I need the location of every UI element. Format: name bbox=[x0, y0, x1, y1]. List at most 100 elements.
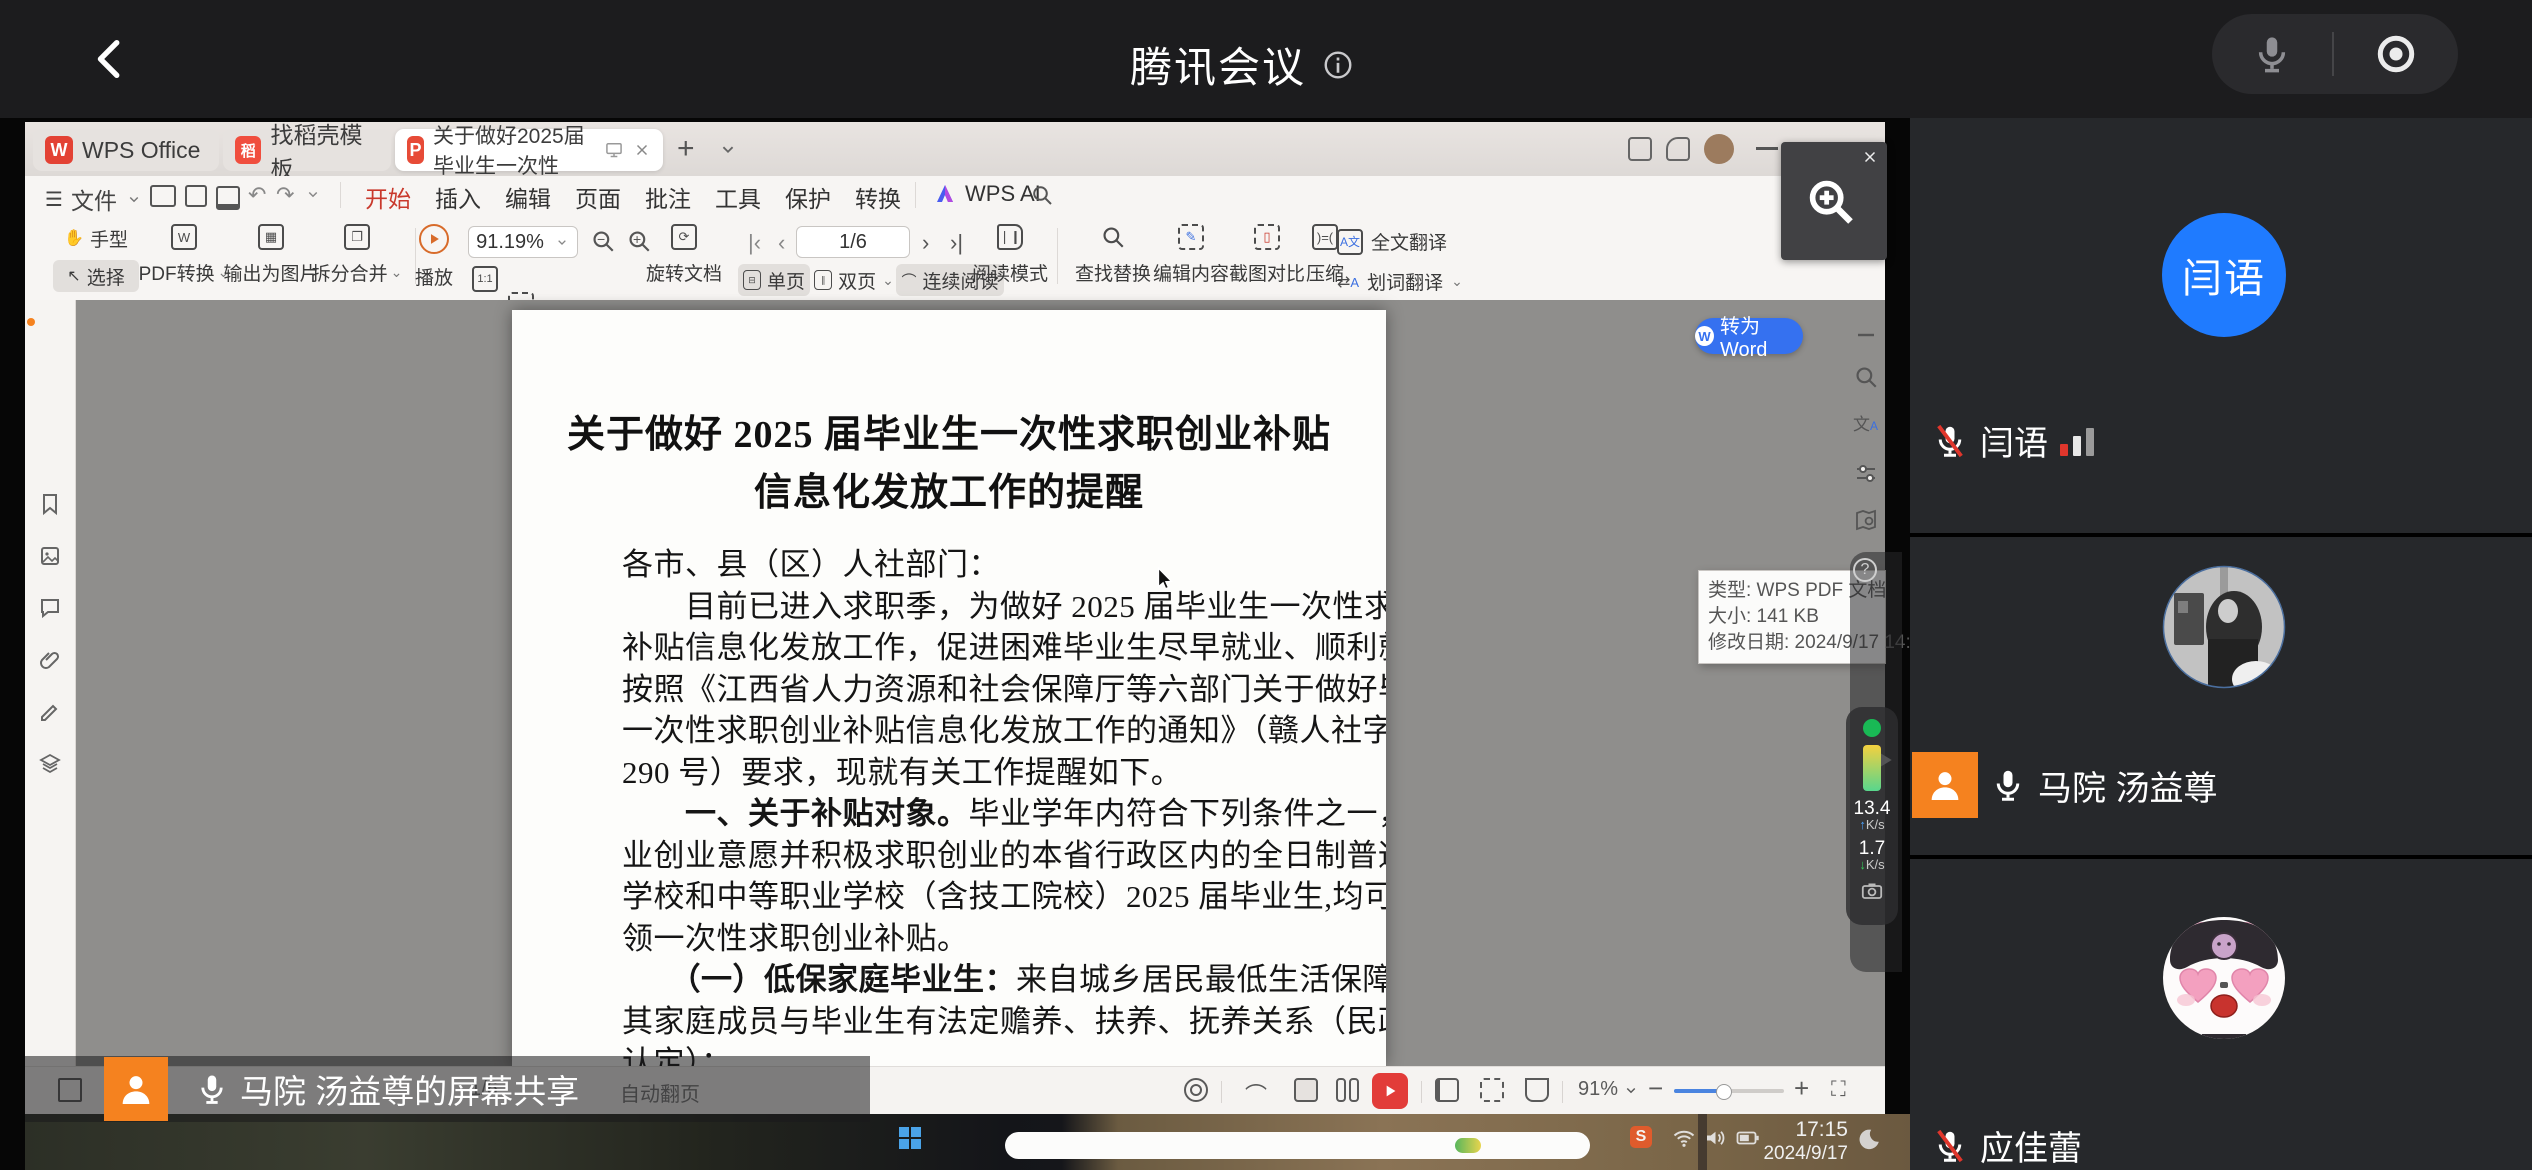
tab-docer[interactable]: 稻 找稻壳模板 bbox=[223, 129, 391, 171]
presenter-badge bbox=[1912, 752, 1978, 818]
double-page-button[interactable]: ∥ 双页⌄ bbox=[814, 264, 894, 296]
fit-width-icon[interactable] bbox=[1435, 1078, 1459, 1102]
thumbnail-icon[interactable] bbox=[38, 544, 62, 568]
open-icon[interactable] bbox=[150, 185, 176, 207]
participant-tile[interactable]: 马院 汤益尊 bbox=[1910, 537, 2532, 855]
tray-sogou-icon[interactable]: S bbox=[1630, 1126, 1652, 1148]
bookmark-icon[interactable] bbox=[38, 492, 62, 516]
select-tool-button[interactable]: ↖选择 bbox=[53, 260, 139, 292]
magnifier-overlay[interactable] bbox=[1781, 142, 1887, 260]
split-merge-button[interactable]: ❐ 拆分合并⌄ bbox=[305, 224, 409, 286]
menu-tab-3[interactable]: 页面 bbox=[575, 180, 621, 214]
mic-button[interactable] bbox=[2251, 33, 2293, 75]
fit-page-icon[interactable] bbox=[1480, 1078, 1504, 1102]
network-widget[interactable]: 13.4 ↑K/s 1.7 ↓K/s bbox=[1846, 707, 1898, 925]
skin-icon[interactable] bbox=[1666, 137, 1690, 161]
document-line: 目前已进入求职季，为做好 2025 届毕业生一次性求职创业 bbox=[622, 586, 1386, 628]
back-button[interactable] bbox=[88, 36, 134, 82]
wifi-icon[interactable] bbox=[1672, 1126, 1696, 1150]
save-icon[interactable] bbox=[185, 185, 207, 207]
zoom-chevron[interactable] bbox=[1622, 1081, 1640, 1099]
document-line: （一）低保家庭毕业生：来自城乡居民最低生活保障家庭， bbox=[622, 959, 1386, 1001]
zoom-slider[interactable] bbox=[1674, 1089, 1784, 1093]
status-zoom-value[interactable]: 91% bbox=[1578, 1078, 1618, 1101]
taskbar-search-pill[interactable] bbox=[1005, 1132, 1590, 1159]
menu-tab-1[interactable]: 插入 bbox=[435, 180, 481, 214]
word-translate-button[interactable]: ⇄A 划词翻译⌄ bbox=[1337, 268, 1463, 295]
undo-icon[interactable]: ↶ bbox=[248, 182, 266, 208]
menu-tab-0[interactable]: 开始 bbox=[365, 180, 411, 214]
full-translate-button[interactable]: A文 全文翻译 bbox=[1337, 228, 1447, 255]
close-tab-icon[interactable] bbox=[633, 141, 651, 159]
prev-page-icon[interactable]: ‹ bbox=[778, 230, 785, 256]
eye-protect-icon[interactable] bbox=[1184, 1078, 1208, 1102]
record-button[interactable] bbox=[2373, 31, 2419, 77]
zoom-minus[interactable]: − bbox=[1648, 1073, 1663, 1104]
hand-tool-button[interactable]: ✋手型 bbox=[55, 222, 137, 254]
read-mode-button[interactable]: ❘❙ 阅读模式 bbox=[964, 224, 1056, 286]
participant-tile[interactable]: 闫语闫语 bbox=[1910, 118, 2532, 533]
fullscreen-icon[interactable]: ⛶ bbox=[1831, 1078, 1846, 1102]
menu-tab-7[interactable]: 转换 bbox=[855, 180, 901, 214]
info-icon[interactable] bbox=[1322, 49, 1354, 81]
document-line: 领一次性求职创业补贴。 bbox=[622, 918, 1386, 960]
battery-icon[interactable] bbox=[1736, 1126, 1760, 1150]
print-icon[interactable] bbox=[216, 186, 240, 210]
rotate-doc-button[interactable]: ⟳ 旋转文档 bbox=[638, 224, 730, 286]
history-chevron[interactable] bbox=[304, 185, 322, 203]
actual-size-icon[interactable]: 1:1 bbox=[472, 266, 498, 292]
help-icon[interactable]: ? bbox=[1853, 558, 1879, 584]
menu-tab-2[interactable]: 编辑 bbox=[505, 180, 551, 214]
collapse-icon[interactable] bbox=[1853, 322, 1879, 348]
first-page-icon[interactable]: |‹ bbox=[748, 230, 761, 256]
map-read-icon[interactable] bbox=[1853, 508, 1879, 534]
participant-tile[interactable]: 应佳蕾 bbox=[1910, 859, 2532, 1170]
wps-ai-button[interactable]: WPS AI bbox=[933, 181, 1041, 207]
last-page-icon[interactable]: ›| bbox=[950, 230, 963, 256]
page-number-box[interactable]: 1/6 bbox=[796, 226, 910, 258]
new-tab-button[interactable]: + bbox=[677, 134, 695, 164]
speaker-icon[interactable] bbox=[1704, 1126, 1728, 1150]
minimize-button[interactable] bbox=[1756, 147, 1778, 150]
layout-icon[interactable] bbox=[1628, 137, 1652, 161]
mic-icon bbox=[195, 1072, 229, 1106]
play-slideshow-button[interactable] bbox=[1372, 1073, 1408, 1109]
close-icon[interactable] bbox=[1861, 148, 1879, 166]
menu-tab-5[interactable]: 工具 bbox=[715, 180, 761, 214]
settings-sliders-icon[interactable] bbox=[1853, 460, 1879, 486]
tab-list-chevron[interactable] bbox=[717, 138, 739, 160]
bookmark-view-icon[interactable] bbox=[1525, 1078, 1549, 1102]
single-page-mode-icon[interactable] bbox=[1294, 1078, 1318, 1102]
next-page-icon[interactable]: › bbox=[922, 230, 929, 256]
play-button[interactable]: 播放 bbox=[405, 224, 463, 290]
zoom-plus[interactable]: + bbox=[1794, 1073, 1809, 1104]
comment-icon[interactable] bbox=[38, 596, 62, 620]
zoom-out-icon[interactable]: − bbox=[590, 228, 616, 254]
camera-icon[interactable] bbox=[1860, 879, 1884, 903]
attachment-icon[interactable] bbox=[38, 648, 62, 672]
layers-icon[interactable] bbox=[38, 752, 62, 776]
document-line: 一次性求职创业补贴信息化发放工作的通知》（赣人社字〔2023〕 bbox=[622, 710, 1386, 752]
tab-document[interactable]: P 关于做好2025届毕业生一次性 bbox=[395, 129, 663, 171]
single-page-button[interactable]: ⊟ 单页 bbox=[738, 264, 810, 296]
translate-tool-icon[interactable]: 文A bbox=[1853, 410, 1879, 436]
redo-icon[interactable]: ↷ bbox=[276, 182, 294, 208]
zoom-value-box[interactable]: 91.19% bbox=[468, 226, 578, 258]
convert-to-word-button[interactable]: W 转为Word bbox=[1695, 318, 1803, 354]
notification-moon-icon[interactable] bbox=[1856, 1126, 1882, 1152]
menu-tab-6[interactable]: 保护 bbox=[785, 180, 831, 214]
menu-search-icon[interactable] bbox=[1030, 183, 1054, 207]
account-avatar[interactable] bbox=[1704, 134, 1734, 164]
file-menu[interactable]: ☰ 文件 bbox=[45, 182, 143, 216]
search-tool-icon[interactable] bbox=[1853, 364, 1879, 390]
tab-wps-office[interactable]: W WPS Office bbox=[33, 129, 219, 171]
pdf-page[interactable]: 关于做好 2025 届毕业生一次性求职创业补贴 信息化发放工作的提醒 各市、县（… bbox=[512, 310, 1386, 1066]
continuous-mode-icon[interactable]: ⌒ bbox=[1245, 1078, 1267, 1110]
windows-start-icon[interactable] bbox=[898, 1126, 922, 1150]
taskbar-clock[interactable]: 17:15 2024/9/17 bbox=[1762, 1118, 1848, 1166]
zoom-slider-knob[interactable] bbox=[1716, 1084, 1732, 1100]
double-page-mode-icon[interactable] bbox=[1336, 1078, 1359, 1102]
menu-tab-4[interactable]: 批注 bbox=[645, 180, 691, 214]
signature-icon[interactable] bbox=[38, 700, 62, 724]
monitor-icon bbox=[604, 140, 624, 160]
